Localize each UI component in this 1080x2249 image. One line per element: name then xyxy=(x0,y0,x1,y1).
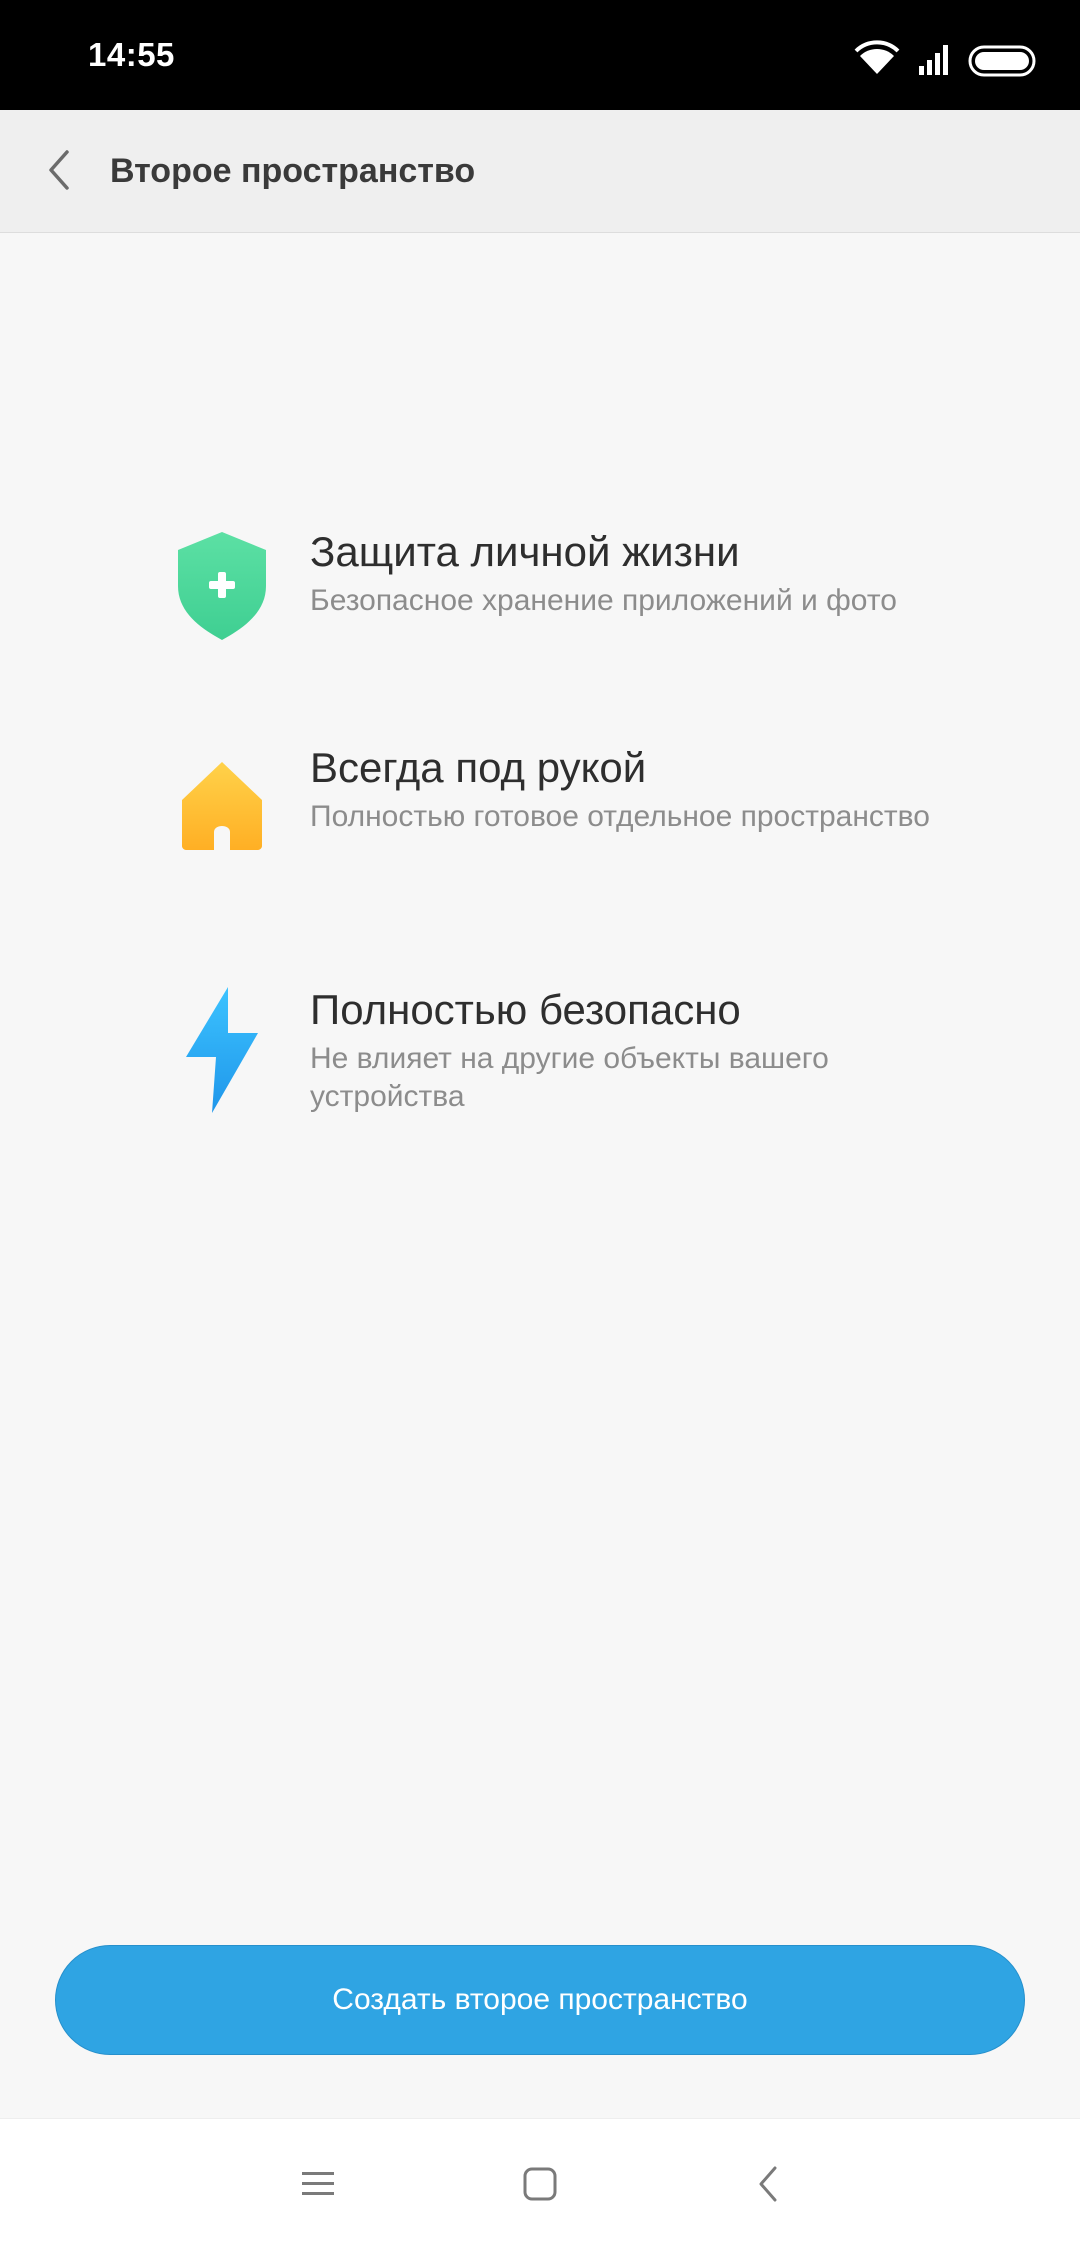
back-icon xyxy=(759,2166,777,2202)
feature-text: Всегда под рукой Полностью готовое отдел… xyxy=(310,740,950,836)
page-title: Второе пространство xyxy=(110,152,476,190)
nav-bar xyxy=(0,2118,1080,2249)
lightning-icon xyxy=(186,987,258,1113)
feature-title: Полностью безопасно xyxy=(310,986,741,1033)
feature-text: Защита личной жизни Безопасное хранение … xyxy=(310,524,950,620)
back-button[interactable] xyxy=(20,130,100,210)
status-time: 14:55 xyxy=(88,36,175,73)
status-bar: 14:55 xyxy=(0,0,1080,110)
signal-icon xyxy=(919,45,948,75)
feature-description: Полностью готовое отдельное пространство xyxy=(310,800,930,833)
create-second-space-button[interactable]: Создать второе пространство xyxy=(55,1945,1025,2055)
feature-title: Защита личной жизни xyxy=(310,528,740,575)
home-button[interactable] xyxy=(500,2149,580,2219)
feature-title: Всегда под рукой xyxy=(310,744,647,791)
menu-icon xyxy=(302,2172,334,2195)
feature-description: Не влияет на другие объекты вашего устро… xyxy=(310,1042,829,1113)
shield-plus-icon xyxy=(178,532,266,640)
home-square-icon xyxy=(523,2167,557,2201)
feature-description: Безопасное хранение приложений и фото xyxy=(310,584,897,617)
battery-icon xyxy=(968,45,1036,77)
chevron-left-icon xyxy=(49,150,69,190)
wifi-icon xyxy=(854,40,900,74)
feature-text: Полностью безопасно Не влияет на другие … xyxy=(310,982,950,1116)
nav-back-button[interactable] xyxy=(728,2149,808,2219)
app-bar: Второе пространство xyxy=(0,110,1080,233)
menu-button[interactable] xyxy=(278,2149,358,2219)
status-icons xyxy=(820,0,1080,110)
house-icon xyxy=(182,762,262,850)
